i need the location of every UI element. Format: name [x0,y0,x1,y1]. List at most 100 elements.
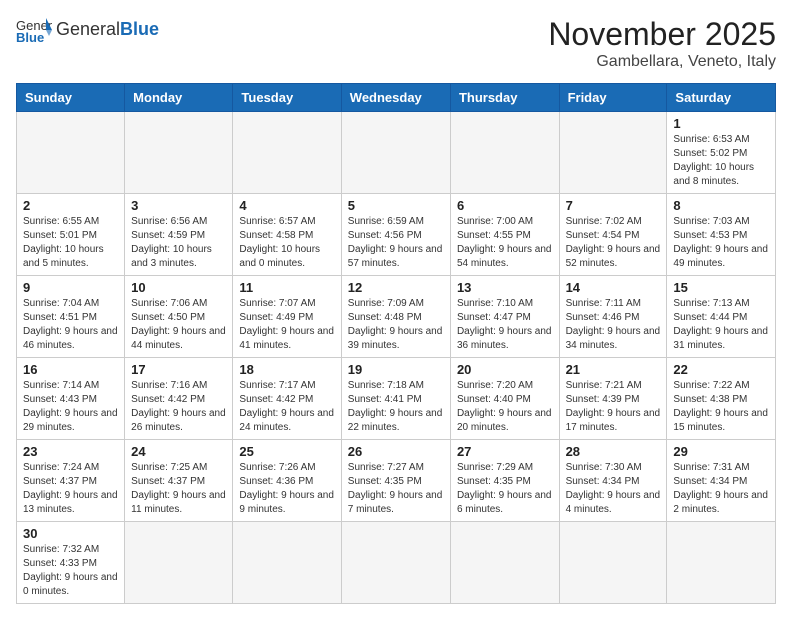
day-number: 5 [348,198,444,213]
day-number: 4 [239,198,334,213]
day-number: 22 [673,362,769,377]
day-info: Sunrise: 6:59 AM Sunset: 4:56 PM Dayligh… [348,215,444,271]
day-info: Sunrise: 7:29 AM Sunset: 4:35 PM Dayligh… [457,461,553,517]
calendar-cell: 23 Sunrise: 7:24 AM Sunset: 4:37 PM Dayli… [17,440,125,522]
day-number: 20 [457,362,553,377]
weekday-header-thursday: Thursday [450,84,559,112]
calendar-cell [450,112,559,194]
calendar-cell: 20 Sunrise: 7:20 AM Sunset: 4:40 PM Dayli… [450,358,559,440]
day-info: Sunrise: 7:06 AM Sunset: 4:50 PM Dayligh… [131,297,226,353]
calendar-cell: 6Sunrise: 7:00 AM Sunset: 4:55 PM Daylig… [450,194,559,276]
page-header: General Blue GeneralBlue November 2025 G… [16,16,776,71]
day-info: Sunrise: 7:07 AM Sunset: 4:49 PM Dayligh… [239,297,334,353]
calendar-cell: 3Sunrise: 6:56 AM Sunset: 4:59 PM Daylig… [125,194,233,276]
day-info: Sunrise: 7:09 AM Sunset: 4:48 PM Dayligh… [348,297,444,353]
day-info: Sunrise: 7:02 AM Sunset: 4:54 PM Dayligh… [566,215,661,271]
calendar-cell: 13Sunrise: 7:10 AM Sunset: 4:47 PM Dayli… [450,276,559,358]
day-info: Sunrise: 7:26 AM Sunset: 4:36 PM Dayligh… [239,461,334,517]
calendar-cell [450,522,559,604]
week-row-2: 2Sunrise: 6:55 AM Sunset: 5:01 PM Daylig… [17,194,776,276]
calendar-cell [125,522,233,604]
month-title: November 2025 [548,16,776,53]
day-number: 28 [566,444,661,459]
calendar-cell [17,112,125,194]
day-number: 15 [673,280,769,295]
weekday-header-friday: Friday [559,84,667,112]
day-info: Sunrise: 6:57 AM Sunset: 4:58 PM Dayligh… [239,215,334,271]
day-info: Sunrise: 7:17 AM Sunset: 4:42 PM Dayligh… [239,379,334,435]
day-info: Sunrise: 7:30 AM Sunset: 4:34 PM Dayligh… [566,461,661,517]
day-number: 27 [457,444,553,459]
day-number: 10 [131,280,226,295]
calendar-cell: 21 Sunrise: 7:21 AM Sunset: 4:39 PM Dayli… [559,358,667,440]
day-info: Sunrise: 7:11 AM Sunset: 4:46 PM Dayligh… [566,297,661,353]
logo-icon: General Blue [16,16,52,44]
day-info: Sunrise: 7:03 AM Sunset: 4:53 PM Dayligh… [673,215,769,271]
day-number: 17 [131,362,226,377]
day-info: Sunrise: 7:18 AM Sunset: 4:41 PM Dayligh… [348,379,444,435]
calendar-cell [559,522,667,604]
day-info: Sunrise: 7:20 AM Sunset: 4:40 PM Dayligh… [457,379,553,435]
calendar-cell: 14 Sunrise: 7:11 AM Sunset: 4:46 PM Dayli… [559,276,667,358]
calendar-cell: 28 Sunrise: 7:30 AM Sunset: 4:34 PM Dayli… [559,440,667,522]
day-info: Sunrise: 7:13 AM Sunset: 4:44 PM Dayligh… [673,297,769,353]
calendar-cell [233,112,341,194]
week-row-1: 1Sunrise: 6:53 AM Sunset: 5:02 PM Daylig… [17,112,776,194]
day-info: Sunrise: 6:56 AM Sunset: 4:59 PM Dayligh… [131,215,226,271]
day-number: 25 [239,444,334,459]
day-info: Sunrise: 7:22 AM Sunset: 4:38 PM Dayligh… [673,379,769,435]
day-number: 29 [673,444,769,459]
weekday-header-tuesday: Tuesday [233,84,341,112]
logo: General Blue GeneralBlue [16,16,159,44]
day-number: 12 [348,280,444,295]
day-info: Sunrise: 7:27 AM Sunset: 4:35 PM Dayligh… [348,461,444,517]
day-info: Sunrise: 6:55 AM Sunset: 5:01 PM Dayligh… [23,215,118,271]
calendar-cell: 22 Sunrise: 7:22 AM Sunset: 4:38 PM Dayli… [667,358,776,440]
calendar-cell [125,112,233,194]
day-info: Sunrise: 7:21 AM Sunset: 4:39 PM Dayligh… [566,379,661,435]
calendar-cell: 29 Sunrise: 7:31 AM Sunset: 4:34 PM Dayli… [667,440,776,522]
calendar-cell: 26Sunrise: 7:27 AM Sunset: 4:35 PM Dayli… [341,440,450,522]
day-info: Sunrise: 7:24 AM Sunset: 4:37 PM Dayligh… [23,461,118,517]
logo-blue-text: Blue [120,19,159,39]
calendar-cell: 27 Sunrise: 7:29 AM Sunset: 4:35 PM Dayli… [450,440,559,522]
calendar-cell: 12 Sunrise: 7:09 AM Sunset: 4:48 PM Dayli… [341,276,450,358]
calendar-cell [559,112,667,194]
calendar-cell: 30Sunrise: 7:32 AM Sunset: 4:33 PM Dayli… [17,522,125,604]
day-info: Sunrise: 7:14 AM Sunset: 4:43 PM Dayligh… [23,379,118,435]
calendar-cell: 2Sunrise: 6:55 AM Sunset: 5:01 PM Daylig… [17,194,125,276]
day-number: 16 [23,362,118,377]
day-info: Sunrise: 6:53 AM Sunset: 5:02 PM Dayligh… [673,133,769,189]
weekday-header-saturday: Saturday [667,84,776,112]
day-info: Sunrise: 7:04 AM Sunset: 4:51 PM Dayligh… [23,297,118,353]
calendar-cell: 7 Sunrise: 7:02 AM Sunset: 4:54 PM Daylig… [559,194,667,276]
day-number: 21 [566,362,661,377]
svg-text:Blue: Blue [16,30,44,44]
calendar-cell: 15 Sunrise: 7:13 AM Sunset: 4:44 PM Dayli… [667,276,776,358]
weekday-header-monday: Monday [125,84,233,112]
week-row-6: 30Sunrise: 7:32 AM Sunset: 4:33 PM Dayli… [17,522,776,604]
calendar-cell: 24Sunrise: 7:25 AM Sunset: 4:37 PM Dayli… [125,440,233,522]
calendar-cell: 18Sunrise: 7:17 AM Sunset: 4:42 PM Dayli… [233,358,341,440]
day-info: Sunrise: 7:31 AM Sunset: 4:34 PM Dayligh… [673,461,769,517]
calendar-cell: 16 Sunrise: 7:14 AM Sunset: 4:43 PM Dayli… [17,358,125,440]
calendar-cell: 25 Sunrise: 7:26 AM Sunset: 4:36 PM Dayli… [233,440,341,522]
calendar-table: SundayMondayTuesdayWednesdayThursdayFrid… [16,83,776,604]
week-row-5: 23 Sunrise: 7:24 AM Sunset: 4:37 PM Dayli… [17,440,776,522]
calendar-cell [341,112,450,194]
calendar-cell: 9 Sunrise: 7:04 AM Sunset: 4:51 PM Daylig… [17,276,125,358]
logo-general-text: General [56,19,120,39]
day-number: 23 [23,444,118,459]
day-number: 7 [566,198,661,213]
day-number: 11 [239,280,334,295]
calendar-cell: 17Sunrise: 7:16 AM Sunset: 4:42 PM Dayli… [125,358,233,440]
day-number: 9 [23,280,118,295]
calendar-cell: 10 Sunrise: 7:06 AM Sunset: 4:50 PM Dayli… [125,276,233,358]
week-row-4: 16 Sunrise: 7:14 AM Sunset: 4:43 PM Dayli… [17,358,776,440]
calendar-cell [667,522,776,604]
calendar-cell: 11 Sunrise: 7:07 AM Sunset: 4:49 PM Dayli… [233,276,341,358]
day-number: 24 [131,444,226,459]
title-area: November 2025 Gambellara, Veneto, Italy [548,16,776,71]
day-number: 14 [566,280,661,295]
calendar-cell [233,522,341,604]
